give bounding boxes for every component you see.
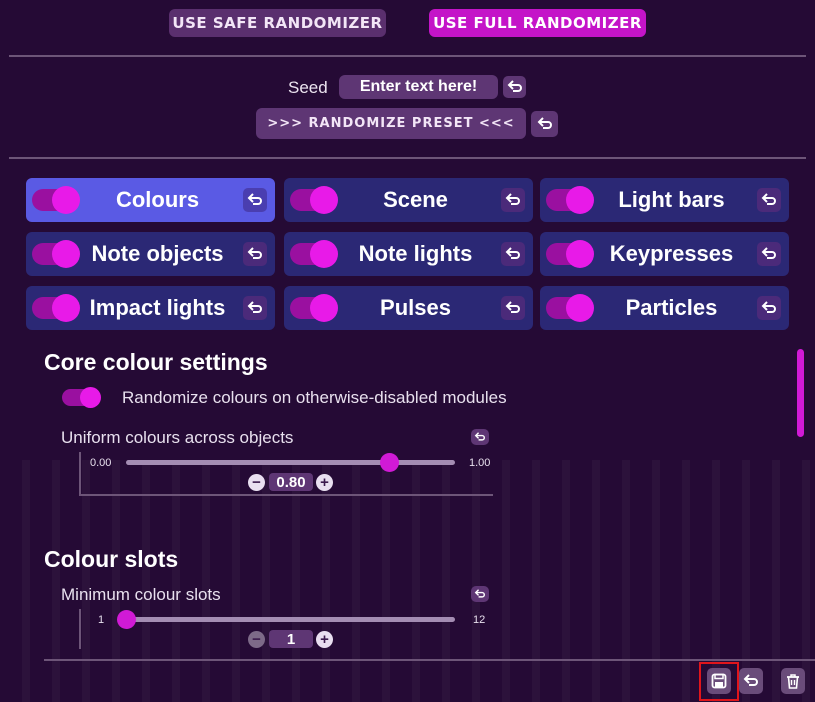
save-button[interactable] (707, 668, 731, 694)
module-toggle-colours[interactable] (32, 186, 80, 214)
reset-arrow-icon (761, 247, 776, 259)
reset-arrow-icon (505, 193, 520, 205)
reset-arrow-icon (247, 301, 262, 313)
toggle-knob (310, 240, 338, 268)
toggle-knob (566, 294, 594, 322)
module-reset-button-particles[interactable] (757, 296, 781, 320)
uniform-colours-slider-track[interactable] (126, 460, 455, 465)
module-toggle-scene[interactable] (290, 186, 338, 214)
module-reset-button-keypresses[interactable] (757, 242, 781, 266)
module-toggle-keypresses[interactable] (546, 240, 594, 268)
minimum-slots-value[interactable]: 1 (269, 630, 313, 648)
delete-button[interactable] (781, 668, 805, 694)
module-reset-button-colours[interactable] (243, 188, 267, 212)
module-label: Light bars (618, 187, 725, 212)
module-label: Pulses (380, 295, 451, 320)
module-reset-button-impact-lights[interactable] (243, 296, 267, 320)
colour-slots-title: Colour slots (44, 546, 179, 572)
use-safe-randomizer-button[interactable]: USE SAFE RANDOMIZER (169, 9, 386, 37)
module-toggle-note-objects[interactable] (32, 240, 80, 268)
reset-arrow-icon (743, 674, 758, 686)
module-toggle-pulses[interactable] (290, 294, 338, 322)
reset-arrow-icon (537, 117, 552, 129)
core-colour-settings-title: Core colour settings (44, 349, 268, 375)
background-pattern (0, 460, 815, 702)
module-particles[interactable]: Particles (540, 286, 789, 330)
divider-top (9, 55, 806, 57)
reset-arrow-icon (761, 193, 776, 205)
reset-arrow-icon (474, 589, 485, 598)
scrollbar-thumb[interactable] (797, 349, 804, 437)
reset-arrow-icon (247, 247, 262, 259)
reset-all-button[interactable] (739, 668, 763, 694)
toggle-knob (310, 186, 338, 214)
save-icon (711, 673, 727, 689)
toggle-knob (52, 240, 80, 268)
module-reset-button-note-objects[interactable] (243, 242, 267, 266)
minimum-slots-reset-button[interactable] (471, 586, 489, 602)
module-reset-button-scene[interactable] (501, 188, 525, 212)
module-toggle-light-bars[interactable] (546, 186, 594, 214)
module-light-bars[interactable]: Light bars (540, 178, 789, 222)
module-label: Note lights (358, 241, 473, 266)
minimum-slots-slider-thumb[interactable] (116, 610, 136, 629)
module-label: Scene (383, 187, 448, 212)
module-label: Note objects (91, 241, 224, 266)
module-reset-button-light-bars[interactable] (757, 188, 781, 212)
seed-reset-button[interactable] (503, 76, 526, 98)
toggle-knob (52, 186, 80, 214)
minimum-slots-slider-track[interactable] (126, 617, 455, 622)
uniform-colours-label: Uniform colours across objects (61, 428, 294, 447)
module-reset-button-pulses[interactable] (501, 296, 525, 320)
trash-icon (787, 674, 799, 689)
randomize-disabled-label: Randomize colours on otherwise-disabled … (122, 388, 507, 407)
module-colours[interactable]: Colours (26, 178, 275, 222)
module-label: Impact lights (89, 295, 226, 320)
module-toggle-impact-lights[interactable] (32, 294, 80, 322)
toggle-knob (52, 294, 80, 322)
toggle-knob (566, 186, 594, 214)
module-impact-lights[interactable]: Impact lights (26, 286, 275, 330)
module-label: Keypresses (609, 241, 734, 266)
module-toggle-particles[interactable] (546, 294, 594, 322)
module-label: Particles (625, 295, 718, 320)
toggle-knob (80, 387, 101, 408)
reset-arrow-icon (761, 301, 776, 313)
minimum-slots-min-label: 1 (98, 614, 105, 626)
uniform-decrement-button[interactable]: − (248, 474, 265, 491)
toggle-knob (310, 294, 338, 322)
randomize-disabled-toggle[interactable] (62, 387, 101, 408)
uniform-colours-slider-thumb[interactable] (379, 453, 399, 472)
reset-arrow-icon (474, 432, 485, 441)
randomize-preset-button[interactable]: >>> RANDOMIZE PRESET <<< (256, 108, 526, 139)
module-note-objects[interactable]: Note objects (26, 232, 275, 276)
uniform-increment-button[interactable]: + (316, 474, 333, 491)
uniform-max-label: 1.00 (469, 457, 491, 469)
uniform-colours-reset-button[interactable] (471, 429, 489, 445)
minimum-slots-max-label: 12 (473, 614, 486, 626)
module-pulses[interactable]: Pulses (284, 286, 533, 330)
uniform-min-label: 0.00 (90, 457, 112, 469)
minimum-colour-slots-label: Minimum colour slots (61, 585, 221, 604)
reset-arrow-icon (507, 80, 522, 92)
reset-arrow-icon (505, 301, 520, 313)
reset-arrow-icon (247, 193, 262, 205)
minimum-slots-increment-button[interactable]: + (316, 631, 333, 648)
uniform-value[interactable]: 0.80 (269, 473, 313, 491)
module-keypresses[interactable]: Keypresses (540, 232, 789, 276)
module-label: Colours (115, 187, 200, 212)
module-scene[interactable]: Scene (284, 178, 533, 222)
toggle-knob (566, 240, 594, 268)
randomize-reset-button[interactable] (531, 111, 558, 137)
divider-middle (9, 157, 806, 159)
module-note-lights[interactable]: Note lights (284, 232, 533, 276)
reset-arrow-icon (505, 247, 520, 259)
seed-input[interactable] (339, 75, 498, 99)
use-full-randomizer-button[interactable]: USE FULL RANDOMIZER (429, 9, 646, 37)
module-reset-button-note-lights[interactable] (501, 242, 525, 266)
minimum-slots-decrement-button[interactable]: − (248, 631, 265, 648)
seed-label: Seed (288, 78, 328, 97)
module-toggle-note-lights[interactable] (290, 240, 338, 268)
bottom-divider (44, 659, 815, 661)
